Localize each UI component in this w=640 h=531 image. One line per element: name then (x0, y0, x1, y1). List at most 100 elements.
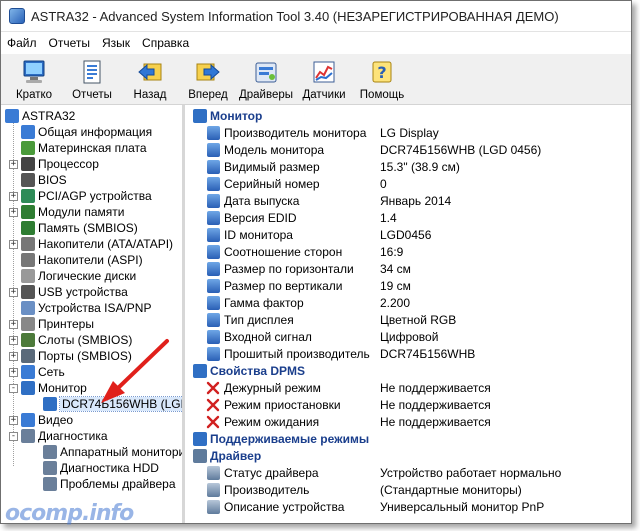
property-row[interactable]: Серийный номер 0 (185, 175, 631, 192)
navigation-tree[interactable]: ASTRA32 Общая информация Материнская плата… (1, 105, 185, 523)
tree-item[interactable]: Накопители (ASPI) (9, 252, 143, 268)
cpu-icon (21, 157, 35, 171)
expand-icon[interactable]: + (9, 239, 18, 249)
property-row[interactable]: Видимый размер 15.3" (38.9 см) (185, 158, 631, 175)
property-row[interactable]: Модель монитора DCR74Б156WHB (LGD 0456) (185, 141, 631, 158)
property-name: Режим ожидания (224, 414, 320, 429)
menu-file[interactable]: Файл (1, 32, 43, 54)
tree-item[interactable]: + Процессор (9, 156, 99, 172)
tree-item[interactable]: Материнская плата (9, 140, 147, 156)
tree-item[interactable]: Память (SMBIOS) (9, 220, 138, 236)
tree-item-label: Процессор (38, 157, 99, 171)
menu-language[interactable]: Язык (96, 32, 136, 54)
tree-item-label: DCR74Б156WHB (LGD (58, 396, 182, 412)
tree-item-label: BIOS (38, 173, 67, 187)
collapse-icon[interactable]: - (9, 383, 18, 393)
property-row[interactable]: Статус драйвера Устройство работает норма… (185, 464, 631, 481)
expand-icon[interactable]: + (9, 191, 18, 201)
tree-item[interactable]: DCR74Б156WHB (LGD (31, 396, 182, 412)
property-row[interactable]: Тип дисплея Цветной RGB (185, 311, 631, 328)
monitor-item-icon (207, 159, 220, 174)
tree-item[interactable]: ASTRA32 (5, 108, 75, 124)
tree-item-label: Принтеры (38, 317, 94, 331)
tree-item[interactable]: + Принтеры (9, 316, 94, 332)
property-row[interactable]: Производитель монитора LG Display (185, 124, 631, 141)
tree-item[interactable]: + Модули памяти (9, 204, 124, 220)
monitor-item-icon (207, 278, 220, 293)
tree-item[interactable]: + Видео (9, 412, 73, 428)
property-name: Режим приостановки (224, 397, 341, 412)
tree-item[interactable]: Проблемы драйвера (31, 476, 176, 492)
monitor-item-icon (207, 261, 220, 276)
expand-icon[interactable]: + (9, 207, 18, 217)
tree-item[interactable]: + PCI/AGP устройства (9, 188, 152, 204)
property-row[interactable]: Прошитый производитель DCR74Б156WHB (185, 345, 631, 362)
tree-item[interactable]: Общая информация (9, 124, 152, 140)
property-value: 1.4 (380, 210, 397, 225)
property-row[interactable]: Соотношение сторон 16:9 (185, 243, 631, 260)
forward-button[interactable]: Вперед (179, 54, 237, 104)
back-button[interactable]: Назад (121, 54, 179, 104)
unsupported-icon (206, 415, 220, 428)
expand-icon[interactable]: + (9, 159, 18, 169)
property-value: Январь 2014 (380, 193, 452, 208)
property-name: Статус драйвера (224, 465, 319, 480)
property-row[interactable]: Размер по горизонтали 34 см (185, 260, 631, 277)
driver-icon (193, 448, 207, 463)
summary-button[interactable]: Кратко (5, 54, 63, 104)
tree-item[interactable]: + Слоты (SMBIOS) (9, 332, 132, 348)
toolbar: Кратко Отчеты Назад Вперед Драйверы Датч… (1, 54, 631, 105)
tree-item[interactable]: - Монитор (9, 380, 87, 396)
menu-reports[interactable]: Отчеты (43, 32, 96, 54)
tree-item-label: Накопители (ATA/ATAPI) (38, 237, 174, 251)
window-title: ASTRA32 - Advanced System Information To… (31, 8, 559, 24)
chip-icon (21, 173, 35, 187)
tree-item[interactable]: + Сеть (9, 364, 65, 380)
tree-item[interactable]: - Диагностика (9, 428, 108, 444)
monitor-icon (21, 381, 35, 395)
tree-item-label: Проблемы драйвера (60, 477, 176, 491)
tree-item[interactable]: + Порты (SMBIOS) (9, 348, 132, 364)
property-row[interactable]: Версия EDID 1.4 (185, 209, 631, 226)
tree-item[interactable]: Аппаратный монитори (31, 444, 182, 460)
property-row[interactable]: ID монитора LGD0456 (185, 226, 631, 243)
tree-item-label: Общая информация (38, 125, 153, 139)
collapse-icon[interactable]: - (9, 431, 18, 441)
property-row[interactable]: Входной сигнал Цифровой (185, 328, 631, 345)
tree-item[interactable]: Диагностика HDD (31, 460, 159, 476)
pci-icon (21, 189, 35, 203)
property-row[interactable]: Режим приостановки Не поддерживается (185, 396, 631, 413)
expand-icon[interactable]: + (9, 335, 18, 345)
sensors-button[interactable]: Датчики (295, 54, 353, 104)
property-row[interactable]: Размер по вертикали 19 см (185, 277, 631, 294)
property-row[interactable]: Гамма фактор 2.200 (185, 294, 631, 311)
menu-help[interactable]: Справка (136, 32, 195, 54)
sensors-label: Датчики (302, 89, 346, 101)
property-row[interactable]: Дата выпуска Январь 2014 (185, 192, 631, 209)
memory-icon (21, 205, 35, 219)
expand-icon[interactable]: + (9, 287, 18, 297)
property-name: Дежурный режим (224, 380, 321, 395)
drivers-button[interactable]: Драйверы (237, 54, 295, 104)
main-window: ASTRA32 - Advanced System Information To… (0, 0, 632, 524)
property-row[interactable]: Режим ожидания Не поддерживается (185, 413, 631, 430)
property-name: Прошитый производитель (224, 346, 370, 361)
tree-item[interactable]: Логические диски (9, 268, 136, 284)
expand-icon[interactable]: + (9, 319, 18, 329)
tree-item[interactable]: Устройства ISA/PNP (9, 300, 151, 316)
tree-item[interactable]: + USB устройства (9, 284, 128, 300)
help-button[interactable]: ? Помощь (353, 54, 411, 104)
property-row[interactable]: Описание устройства Универсальный монитор… (185, 498, 631, 515)
expand-icon[interactable]: + (9, 351, 18, 361)
tree-item[interactable]: BIOS (9, 172, 67, 188)
expand-icon[interactable]: + (9, 367, 18, 377)
reports-button[interactable]: Отчеты (63, 54, 121, 104)
tree-item-label: USB устройства (38, 285, 128, 299)
expand-icon[interactable]: + (9, 415, 18, 425)
tree-item[interactable]: + Накопители (ATA/ATAPI) (9, 236, 173, 252)
property-row[interactable]: Дежурный режим Не поддерживается (185, 379, 631, 396)
property-row[interactable]: Производитель (Стандартные мониторы) (185, 481, 631, 498)
computer-icon (23, 60, 45, 83)
tree-item-label: Видео (38, 413, 74, 427)
property-name: Версия EDID (224, 210, 297, 225)
